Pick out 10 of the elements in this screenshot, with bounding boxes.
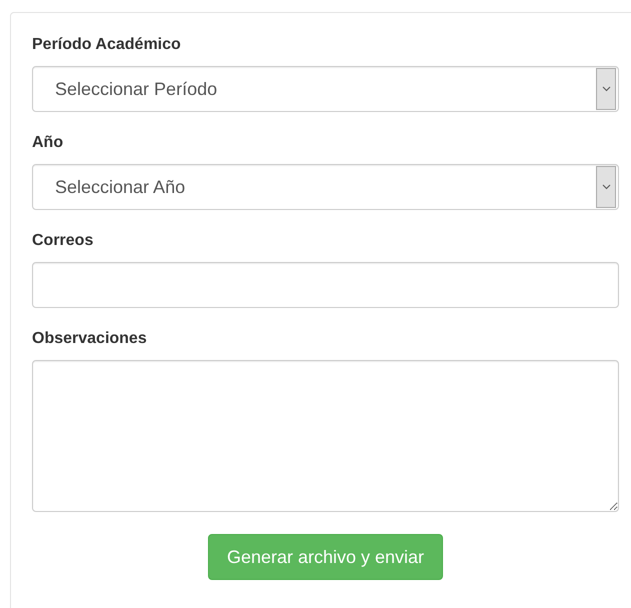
input-field[interactable] <box>32 262 619 308</box>
textarea-field[interactable] <box>32 360 619 512</box>
caret-icon <box>596 166 616 208</box>
select-field[interactable]: Seleccionar Período <box>32 66 619 112</box>
field-label: Año <box>32 133 64 153</box>
select-field[interactable]: Seleccionar Año <box>32 164 619 210</box>
field-label: Observaciones <box>32 329 147 349</box>
field-label: Correos <box>32 231 94 251</box>
caret-icon <box>596 68 616 110</box>
field-label: Período Académico <box>32 35 181 55</box>
